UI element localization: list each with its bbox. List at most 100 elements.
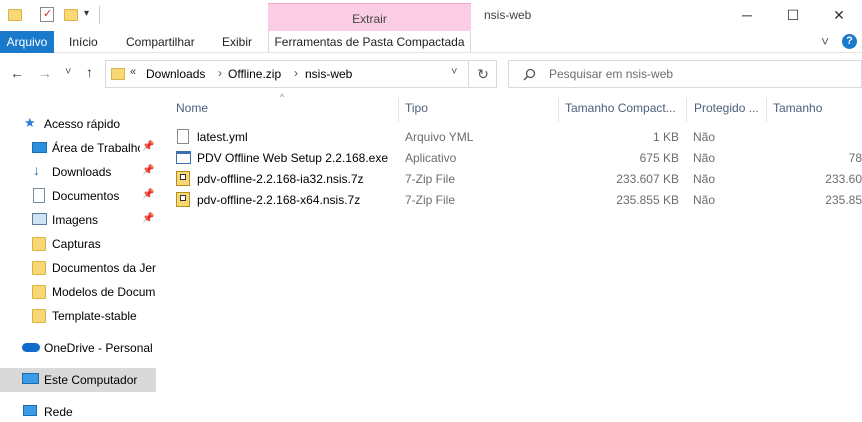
search-box[interactable]: Pesquisar em nsis-web [508,60,862,88]
exe-file-icon [176,151,191,164]
sidebar-item-label: Documentos [52,189,120,203]
sidebar-item-capturas[interactable]: Capturas [0,232,156,256]
file-row[interactable]: latest.yml Arquivo YML 1 KB Não [170,127,862,148]
file-protected: Não [693,193,716,207]
file-name: pdv-offline-2.2.168-ia32.nsis.7z [197,172,364,186]
contextual-tab-group-label: Extrair [352,12,387,26]
pin-icon: 📌 [142,213,155,224]
column-header-nome[interactable]: Nome [176,101,376,119]
folder-icon [32,237,46,251]
sidebar-item-acesso-rapido[interactable]: ★ Acesso rápido [0,112,156,136]
file-type: 7-Zip File [405,193,456,207]
breadcrumb-nsis-web[interactable]: nsis-web [305,67,352,81]
customize-quick-access-icon[interactable]: ▾ [84,8,89,19]
file-compressed-size: 1 KB [652,130,679,144]
breadcrumb-separator[interactable]: › [218,66,222,80]
sidebar-item-este-computador[interactable]: Este Computador [0,368,156,392]
breadcrumb-separator[interactable]: › [294,66,298,80]
tab-exibir[interactable]: Exibir [222,31,252,53]
sidebar-item-label: Acesso rápido [44,117,121,131]
divider [99,6,100,24]
refresh-button[interactable]: ↻ [468,60,497,88]
file-size: 78 [848,151,862,165]
file-name: PDV Offline Web Setup 2.2.168.exe [197,151,389,165]
folder-icon [8,9,22,21]
properties-icon[interactable]: ✓ [40,7,54,22]
sidebar-item-label: Template-stable [52,309,137,323]
close-button[interactable]: ✕ [816,0,862,30]
file-size: 233.60 [825,172,862,186]
sidebar-item-label: Área de Trabalho [52,141,140,155]
sidebar-item-downloads[interactable]: ↓ Downloads 📌 [0,160,156,184]
file-protected: Não [693,151,716,165]
tab-inicio[interactable]: Início [69,31,98,53]
column-header-tipo[interactable]: Tipo [405,101,555,119]
cloud-icon [22,343,40,352]
sidebar-item-label: Modelos de Docum [52,285,156,299]
help-icon[interactable]: ? [842,34,857,49]
column-header-tamanho[interactable]: Tamanho [773,101,853,119]
column-header-protegido[interactable]: Protegido ... [694,101,764,119]
file-protected: Não [693,172,716,186]
breadcrumb-downloads[interactable]: Downloads [146,67,205,81]
window-title: nsis-web [484,8,532,22]
address-bar[interactable]: « Downloads › Offline.zip › nsis-web ˅ [105,60,497,88]
recent-locations-button[interactable]: ˅ [65,66,71,78]
sidebar-item-label: Downloads [52,165,112,179]
file-row[interactable]: pdv-offline-2.2.168-x64.nsis.7z 7-Zip Fi… [170,190,862,211]
title-bar: ✓ ▾ Extrair nsis-web ─ ☐ ✕ [0,0,862,31]
sidebar-item-modelos-de-documentos[interactable]: Modelos de Docum [0,280,156,304]
tab-compartilhar[interactable]: Compartilhar [126,31,195,53]
file-row[interactable]: PDV Offline Web Setup 2.2.168.exe Aplica… [170,148,862,169]
desktop-icon [32,142,47,153]
folder-icon [32,309,46,323]
sidebar-item-template-stable[interactable]: Template-stable [0,304,156,328]
sidebar-item-label: Este Computador [44,373,138,387]
file-type: Arquivo YML [405,130,474,144]
maximize-button[interactable]: ☐ [770,0,816,30]
navigation-pane: ★ Acesso rápido Área de Trabalho 📌 ↓ Dow… [0,100,158,422]
search-input[interactable]: Pesquisar em nsis-web [549,67,673,81]
collapse-ribbon-icon[interactable]: ˅ [821,33,829,49]
sidebar-item-documentos[interactable]: Documentos 📌 [0,184,156,208]
file-size: 235.85 [825,193,862,207]
column-divider[interactable] [766,98,767,122]
sidebar-item-onedrive[interactable]: OneDrive - Personal [0,336,156,360]
file-name: pdv-offline-2.2.168-x64.nsis.7z [197,193,361,207]
search-icon [523,68,536,81]
forward-button[interactable]: → [38,65,52,81]
sidebar-item-documentos-da-jen[interactable]: Documentos da Jen [0,256,156,280]
file-protected: Não [693,130,716,144]
sidebar-item-imagens[interactable]: Imagens 📌 [0,208,156,232]
sidebar-item-area-de-trabalho[interactable]: Área de Trabalho 📌 [0,136,156,160]
computer-icon [22,373,39,384]
star-icon: ★ [24,115,36,130]
column-divider[interactable] [558,98,559,122]
file-compressed-size: 235.855 KB [616,193,679,207]
up-button[interactable]: ↑ [86,64,93,80]
pictures-icon [32,213,47,225]
tab-arquivo[interactable]: Arquivo [0,31,54,53]
text-file-icon [177,129,189,144]
sidebar-item-label: Capturas [52,237,101,251]
archive-file-icon [176,171,190,186]
file-compressed-size: 675 KB [639,151,679,165]
back-button[interactable]: ← [10,65,24,81]
ribbon-tabs: Arquivo Início Compartilhar Exibir Ferra… [0,31,862,53]
breadcrumb-overflow[interactable]: « [130,66,136,78]
folder-icon [32,285,46,299]
new-folder-icon[interactable] [64,9,78,21]
sidebar-item-rede[interactable]: Rede [0,400,156,422]
column-header-tamanho-compactado[interactable]: Tamanho Compact... [565,101,683,119]
file-name: latest.yml [197,130,248,144]
sidebar-item-label: Documentos da Jen [52,261,156,275]
column-divider[interactable] [686,98,687,122]
address-dropdown-icon[interactable]: ˅ [451,66,457,78]
file-type: Aplicativo [405,151,457,165]
tab-ferramentas-pasta-compactada[interactable]: Ferramentas de Pasta Compactada [268,31,471,53]
breadcrumb-offline-zip[interactable]: Offline.zip [228,67,281,81]
column-divider[interactable] [398,98,399,122]
file-row[interactable]: pdv-offline-2.2.168-ia32.nsis.7z 7-Zip F… [170,169,862,190]
pin-icon: 📌 [142,165,155,176]
minimize-button[interactable]: ─ [724,0,770,30]
